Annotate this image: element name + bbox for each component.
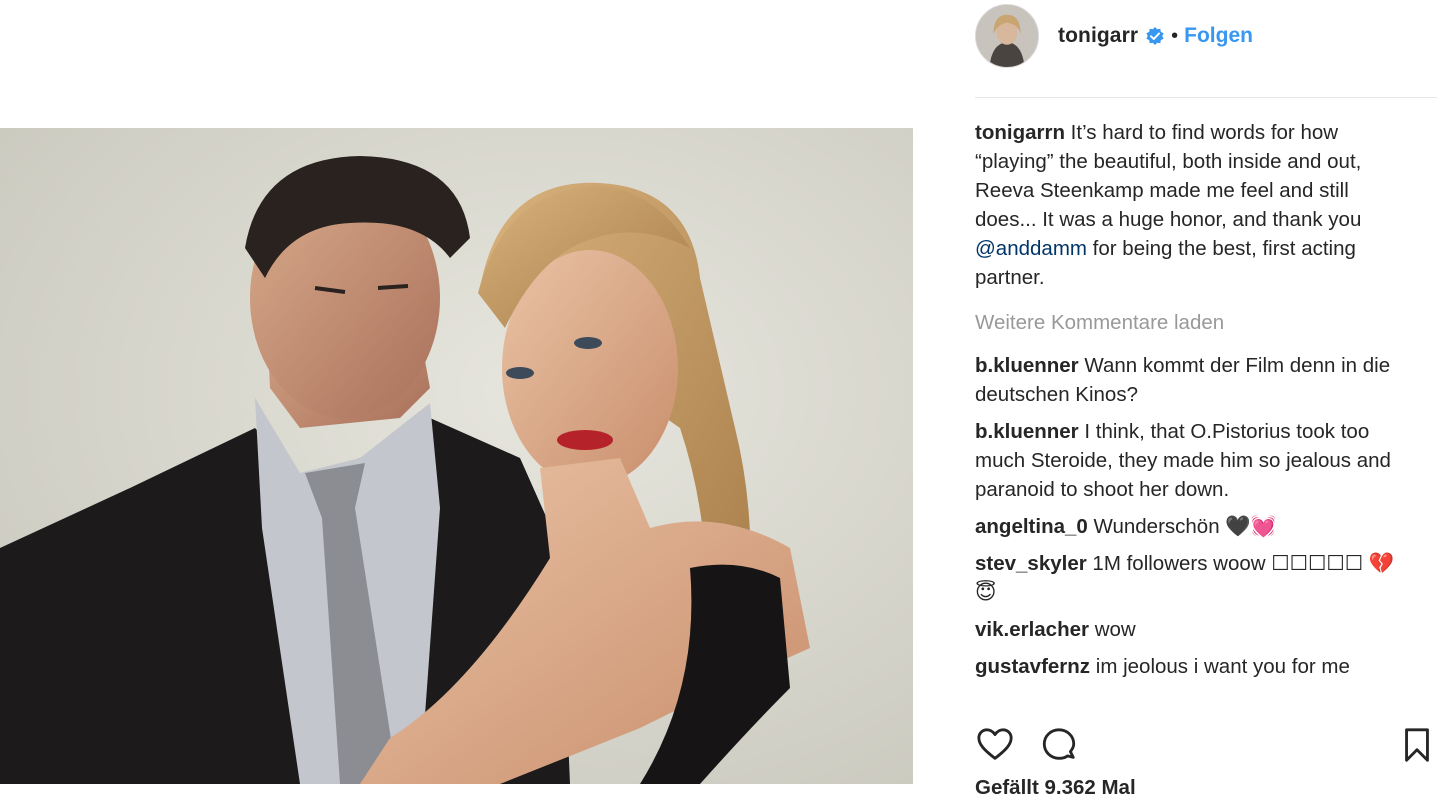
comment-item: b.kluenner I think, that O.Pistorius too… [975,417,1415,504]
comment-button[interactable] [1039,725,1079,765]
comment-item: stev_skyler 1M followers woow ☐☐☐☐☐ 💔😇 [975,549,1415,607]
heart-icon [977,728,1013,760]
post-photo[interactable] [0,128,913,784]
post-caption: tonigarrn It’s hard to find words for ho… [975,118,1415,292]
avatar[interactable] [975,4,1039,68]
header-divider [975,97,1437,98]
post-photo-image [0,128,913,784]
comment-item: angeltina_0 Wunderschön 🖤💓 [975,512,1415,541]
comments-section: tonigarrn It’s hard to find words for ho… [975,118,1415,689]
bookmark-icon [1405,728,1429,762]
caption-username[interactable]: tonigarrn [975,121,1065,144]
comment-text: im jeolous i want you for me [1095,655,1350,678]
comment-item: b.kluenner Wann kommt der Film denn in d… [975,351,1415,409]
comment-username[interactable]: vik.erlacher [975,618,1089,641]
header-separator: • [1171,24,1179,47]
post-header: tonigarr • Folgen [975,4,1440,68]
comment-username[interactable]: stev_skyler [975,552,1087,575]
comment-item: gustavfernz im jeolous i want you for me [975,652,1415,681]
likes-count[interactable]: Gefällt 9.362 Mal [975,776,1136,800]
comment-username[interactable]: gustavfernz [975,655,1090,678]
load-more-comments-button[interactable]: Weitere Kommentare laden [975,308,1415,337]
comment-username[interactable]: b.kluenner [975,354,1079,377]
comment-icon [1042,728,1076,760]
post-actions-bar [975,725,1437,767]
comment-username[interactable]: b.kluenner [975,420,1079,443]
save-button[interactable] [1397,725,1437,765]
comment-item: vik.erlacher wow [975,615,1415,644]
caption-mention-link[interactable]: @anddamm [975,237,1087,260]
post-side-panel: tonigarr • Folgen tonigarrn It’s hard to… [975,0,1440,810]
like-button[interactable] [975,725,1015,765]
post-author-username[interactable]: tonigarr [1058,24,1138,48]
comment-text: Wunderschön 🖤💓 [1093,515,1277,538]
avatar-image [976,5,1038,67]
comment-text: wow [1094,618,1136,641]
verified-badge-icon [1145,26,1165,46]
comment-username[interactable]: angeltina_0 [975,515,1088,538]
follow-button[interactable]: Folgen [1184,24,1253,48]
